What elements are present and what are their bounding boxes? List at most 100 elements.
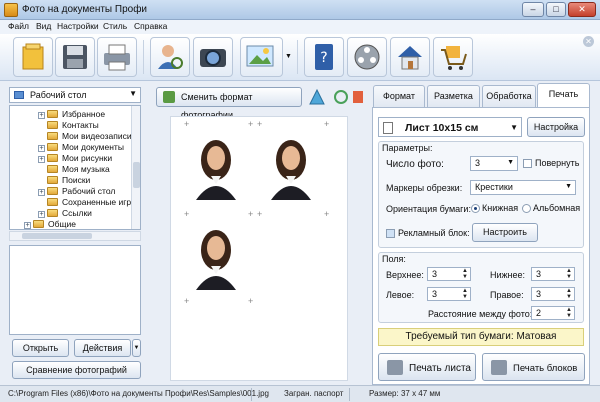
tree-item[interactable]: + Избранное: [38, 109, 105, 120]
spin-arrows-icon[interactable]: ▲ ▼: [462, 268, 468, 280]
crop-mark-icon: +: [248, 209, 254, 219]
sheet-settings-button[interactable]: Настройка: [527, 117, 585, 137]
ad-block-checkbox[interactable]: [386, 229, 395, 238]
change-format-button[interactable]: Сменить формат фотографии: [156, 87, 302, 120]
top-margin-input[interactable]: 3 ▲ ▼: [427, 267, 471, 281]
portrait-radio[interactable]: [471, 204, 480, 213]
expand-icon[interactable]: +: [38, 112, 45, 119]
tree-item-label: Ссылки: [62, 208, 92, 218]
menu-file[interactable]: Файл: [8, 21, 29, 31]
home-icon[interactable]: [390, 37, 430, 77]
tree-item[interactable]: +Контакты: [38, 120, 99, 131]
spin-arrows-icon[interactable]: ▲ ▼: [566, 307, 572, 319]
open-folder-icon[interactable]: [13, 37, 53, 77]
right-margin-input[interactable]: 3 ▲ ▼: [531, 287, 575, 301]
image-edit-icon[interactable]: [240, 37, 283, 77]
spacing-input[interactable]: 2 ▲ ▼: [531, 306, 575, 320]
minimize-button[interactable]: –: [522, 2, 544, 17]
markers-select[interactable]: Крестики ▼: [470, 180, 576, 195]
folder-icon: [33, 220, 44, 228]
maximize-button[interactable]: □: [546, 2, 566, 17]
tree-item[interactable]: + Мои документы: [38, 142, 124, 153]
chevron-down-icon: ▼: [507, 159, 514, 166]
tree-scrollbar[interactable]: [131, 106, 140, 229]
actions-button[interactable]: Действия: [74, 339, 131, 357]
image-edit-dropdown-icon[interactable]: ▼: [285, 53, 292, 60]
folder-icon: [47, 176, 58, 184]
film-reel-icon[interactable]: [347, 37, 387, 77]
expand-icon[interactable]: +: [38, 156, 45, 163]
folder-icon: [47, 187, 58, 195]
save-disk-icon[interactable]: [55, 37, 95, 77]
tree-item[interactable]: +Мои видеозаписи: [38, 131, 132, 142]
tree-item-label: Моя музыка: [62, 164, 110, 174]
printer-icon[interactable]: [97, 37, 137, 77]
gear-icon[interactable]: ✕: [583, 36, 594, 47]
expand-icon[interactable]: +: [38, 189, 45, 196]
spin-arrows-icon[interactable]: ▲ ▼: [462, 288, 468, 300]
print-blocks-button[interactable]: Печать блоков: [482, 353, 585, 381]
tree-scrollbar-thumb[interactable]: [133, 162, 140, 188]
tree-item[interactable]: +Моя музыка: [38, 164, 110, 175]
bottom-margin-input[interactable]: 3 ▲ ▼: [531, 267, 575, 281]
location-dropdown[interactable]: Рабочий стол ▼: [9, 87, 141, 103]
book-help-icon[interactable]: ?: [304, 37, 344, 77]
landscape-radio[interactable]: [522, 204, 531, 213]
expand-icon[interactable]: +: [24, 222, 31, 229]
spacing-value: 2: [536, 308, 542, 318]
sheet-size-dropdown[interactable]: Лист 10x15 см ▼: [378, 117, 522, 137]
configure-button[interactable]: Настроить: [472, 223, 538, 242]
tab-processing[interactable]: Обработка: [482, 85, 536, 107]
menu-style[interactable]: Стиль: [103, 21, 127, 31]
actions-dropdown-icon[interactable]: ▼: [132, 339, 141, 357]
location-value: Рабочий стол: [30, 90, 87, 100]
expand-icon[interactable]: +: [38, 145, 45, 152]
spin-arrows-icon[interactable]: ▲ ▼: [566, 268, 572, 280]
tree-hscrollbar-thumb[interactable]: [22, 233, 92, 239]
print-sheet-button[interactable]: Печать листа: [378, 353, 476, 381]
chevron-down-icon: ▼: [510, 123, 518, 132]
status-separator: [251, 388, 252, 401]
tree-item[interactable]: +Сохраненные игры: [38, 197, 137, 208]
close-button[interactable]: ✕: [568, 2, 596, 17]
tree-hscrollbar[interactable]: [9, 231, 141, 241]
right-margin-label: Правое:: [490, 290, 524, 300]
markers-value: Крестики: [475, 182, 513, 192]
triangle-tool-icon[interactable]: [308, 88, 326, 106]
compare-photos-button[interactable]: Сравнение фотографий: [12, 361, 141, 379]
passport-photo: [192, 222, 240, 290]
folder-icon: [47, 209, 58, 217]
svg-text:?: ?: [320, 50, 327, 66]
tree-item[interactable]: + Рабочий стол: [38, 186, 115, 197]
right-margin-value: 3: [536, 289, 542, 299]
shopping-cart-icon[interactable]: [433, 37, 473, 77]
tree-item[interactable]: + Ссылки: [38, 208, 92, 219]
tree-item-label: Общие: [48, 219, 76, 229]
menu-help[interactable]: Справка: [134, 21, 167, 31]
status-document-type: Загран. паспорт: [284, 389, 344, 398]
tab-format[interactable]: Формат: [373, 85, 425, 107]
person-search-icon[interactable]: [150, 37, 190, 77]
tree-item[interactable]: + Мои рисунки: [38, 153, 112, 164]
crop-mark-icon: +: [324, 209, 330, 219]
rotate-tool-icon[interactable]: [332, 88, 350, 106]
tree-item[interactable]: + Общие: [24, 219, 76, 229]
photo-count-select[interactable]: 3 ▼: [470, 156, 518, 171]
open-button[interactable]: Открыть: [12, 339, 69, 357]
tab-print[interactable]: Печать: [537, 83, 590, 107]
menu-settings[interactable]: Настройки: [57, 21, 99, 31]
rotate-checkbox[interactable]: [523, 159, 532, 168]
folder-icon: [47, 154, 58, 162]
bottom-margin-value: 3: [536, 269, 542, 279]
menu-view[interactable]: Вид: [36, 21, 51, 31]
title-bar: Фото на документы Профи – □ ✕: [0, 0, 600, 20]
color-tool-icon[interactable]: [352, 88, 364, 106]
left-margin-input[interactable]: 3 ▲ ▼: [427, 287, 471, 301]
status-separator: [349, 388, 350, 401]
folder-tree[interactable]: +Избранное+Контакты+Мои видеозаписи+Мои …: [9, 105, 141, 230]
tab-layout[interactable]: Разметка: [427, 85, 480, 107]
camera-icon[interactable]: [193, 37, 233, 77]
tree-item[interactable]: +Поиски: [38, 175, 90, 186]
expand-icon[interactable]: +: [38, 211, 45, 218]
spin-arrows-icon[interactable]: ▲ ▼: [566, 288, 572, 300]
